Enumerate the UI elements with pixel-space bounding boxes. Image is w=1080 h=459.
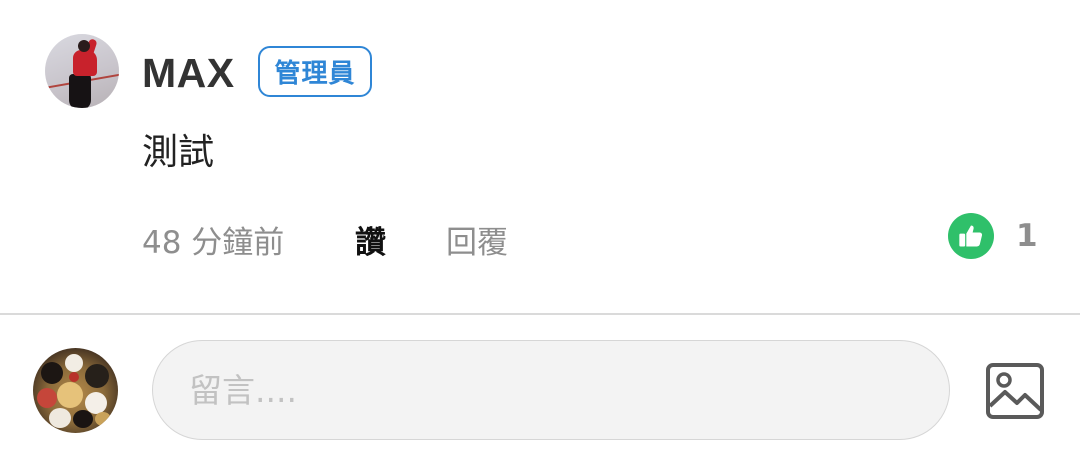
image-icon[interactable] (985, 362, 1045, 420)
avatar-figure-head (78, 40, 90, 52)
admin-badge: 管理員 (258, 46, 372, 97)
like-count-indicator[interactable]: 1 (948, 213, 1038, 259)
like-count: 1 (1016, 218, 1038, 254)
current-user-avatar[interactable] (33, 348, 118, 433)
like-button[interactable]: 讚 (355, 224, 386, 262)
avatar-figure-legs (69, 74, 91, 108)
author-name[interactable]: MAX (142, 50, 235, 96)
comment-input[interactable] (152, 340, 950, 440)
divider (0, 313, 1080, 315)
comment-text: 測試 (142, 132, 215, 173)
reply-button[interactable]: 回覆 (446, 224, 508, 262)
comment-timestamp: 48 分鐘前 (142, 225, 285, 261)
author-avatar[interactable] (45, 34, 119, 108)
comment-item: MAX 管理員 測試 48 分鐘前 讚 回覆 1 (0, 0, 1080, 314)
thumbs-up-icon (948, 213, 994, 259)
